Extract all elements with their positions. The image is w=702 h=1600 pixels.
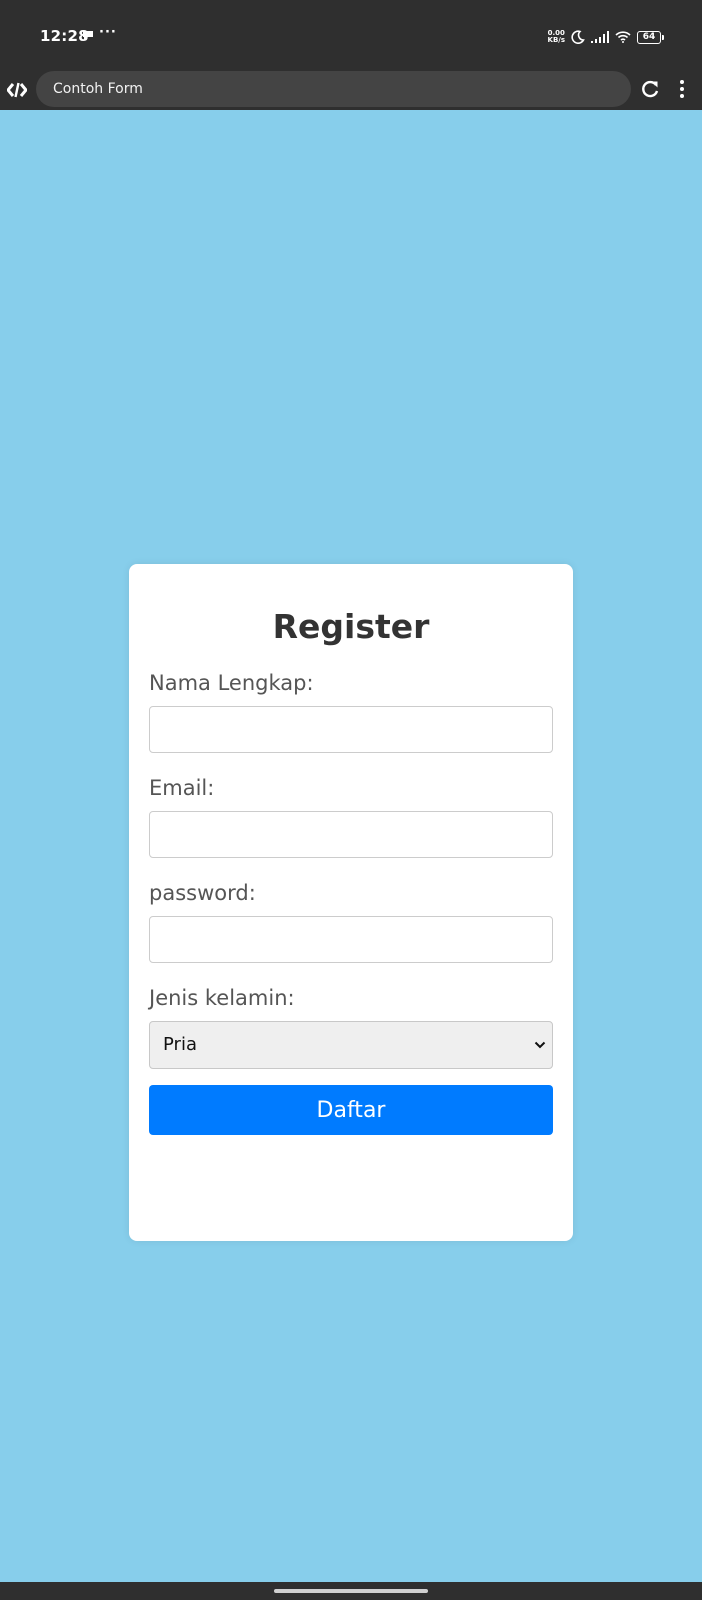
status-overflow-indicator: ···	[99, 25, 117, 40]
navigation-bar	[0, 1582, 702, 1600]
password-input[interactable]	[149, 916, 553, 963]
status-bar: 12:28 ··· 0.00 KB/s 64	[0, 0, 702, 70]
wifi-icon	[615, 31, 631, 43]
code-logo-icon[interactable]	[7, 80, 27, 100]
network-speed-unit: KB/s	[547, 36, 565, 44]
email-label: Email:	[149, 776, 215, 800]
chevron-down-icon	[534, 1041, 546, 1049]
kebab-menu-icon[interactable]	[676, 78, 688, 100]
home-gesture-handle[interactable]	[274, 1589, 428, 1593]
battery-icon: 64	[637, 30, 664, 44]
battery-level: 64	[642, 31, 656, 42]
email-input[interactable]	[149, 811, 553, 858]
full-name-input[interactable]	[149, 706, 553, 753]
browser-toolbar: Contoh Form	[0, 70, 702, 110]
full-name-label: Nama Lengkap:	[149, 671, 314, 695]
register-card: Register Nama Lengkap: Email: password: …	[129, 564, 573, 1241]
chat-notification-icon	[83, 31, 93, 40]
address-bar[interactable]: Contoh Form	[36, 71, 631, 107]
gender-selected-value: Pria	[163, 1034, 197, 1055]
status-indicators: 0.00 KB/s 64	[548, 28, 664, 46]
network-speed: 0.00 KB/s	[548, 30, 565, 44]
page-content: Register Nama Lengkap: Email: password: …	[0, 110, 702, 1582]
reload-icon[interactable]	[639, 78, 661, 100]
signal-icon	[591, 31, 609, 43]
moon-icon	[571, 30, 585, 44]
gender-select[interactable]: Pria	[149, 1021, 553, 1069]
password-label: password:	[149, 881, 256, 905]
register-button[interactable]: Daftar	[149, 1085, 553, 1135]
page-title: Contoh Form	[53, 81, 143, 97]
gender-label: Jenis kelamin:	[149, 986, 295, 1010]
form-title: Register	[272, 607, 430, 646]
